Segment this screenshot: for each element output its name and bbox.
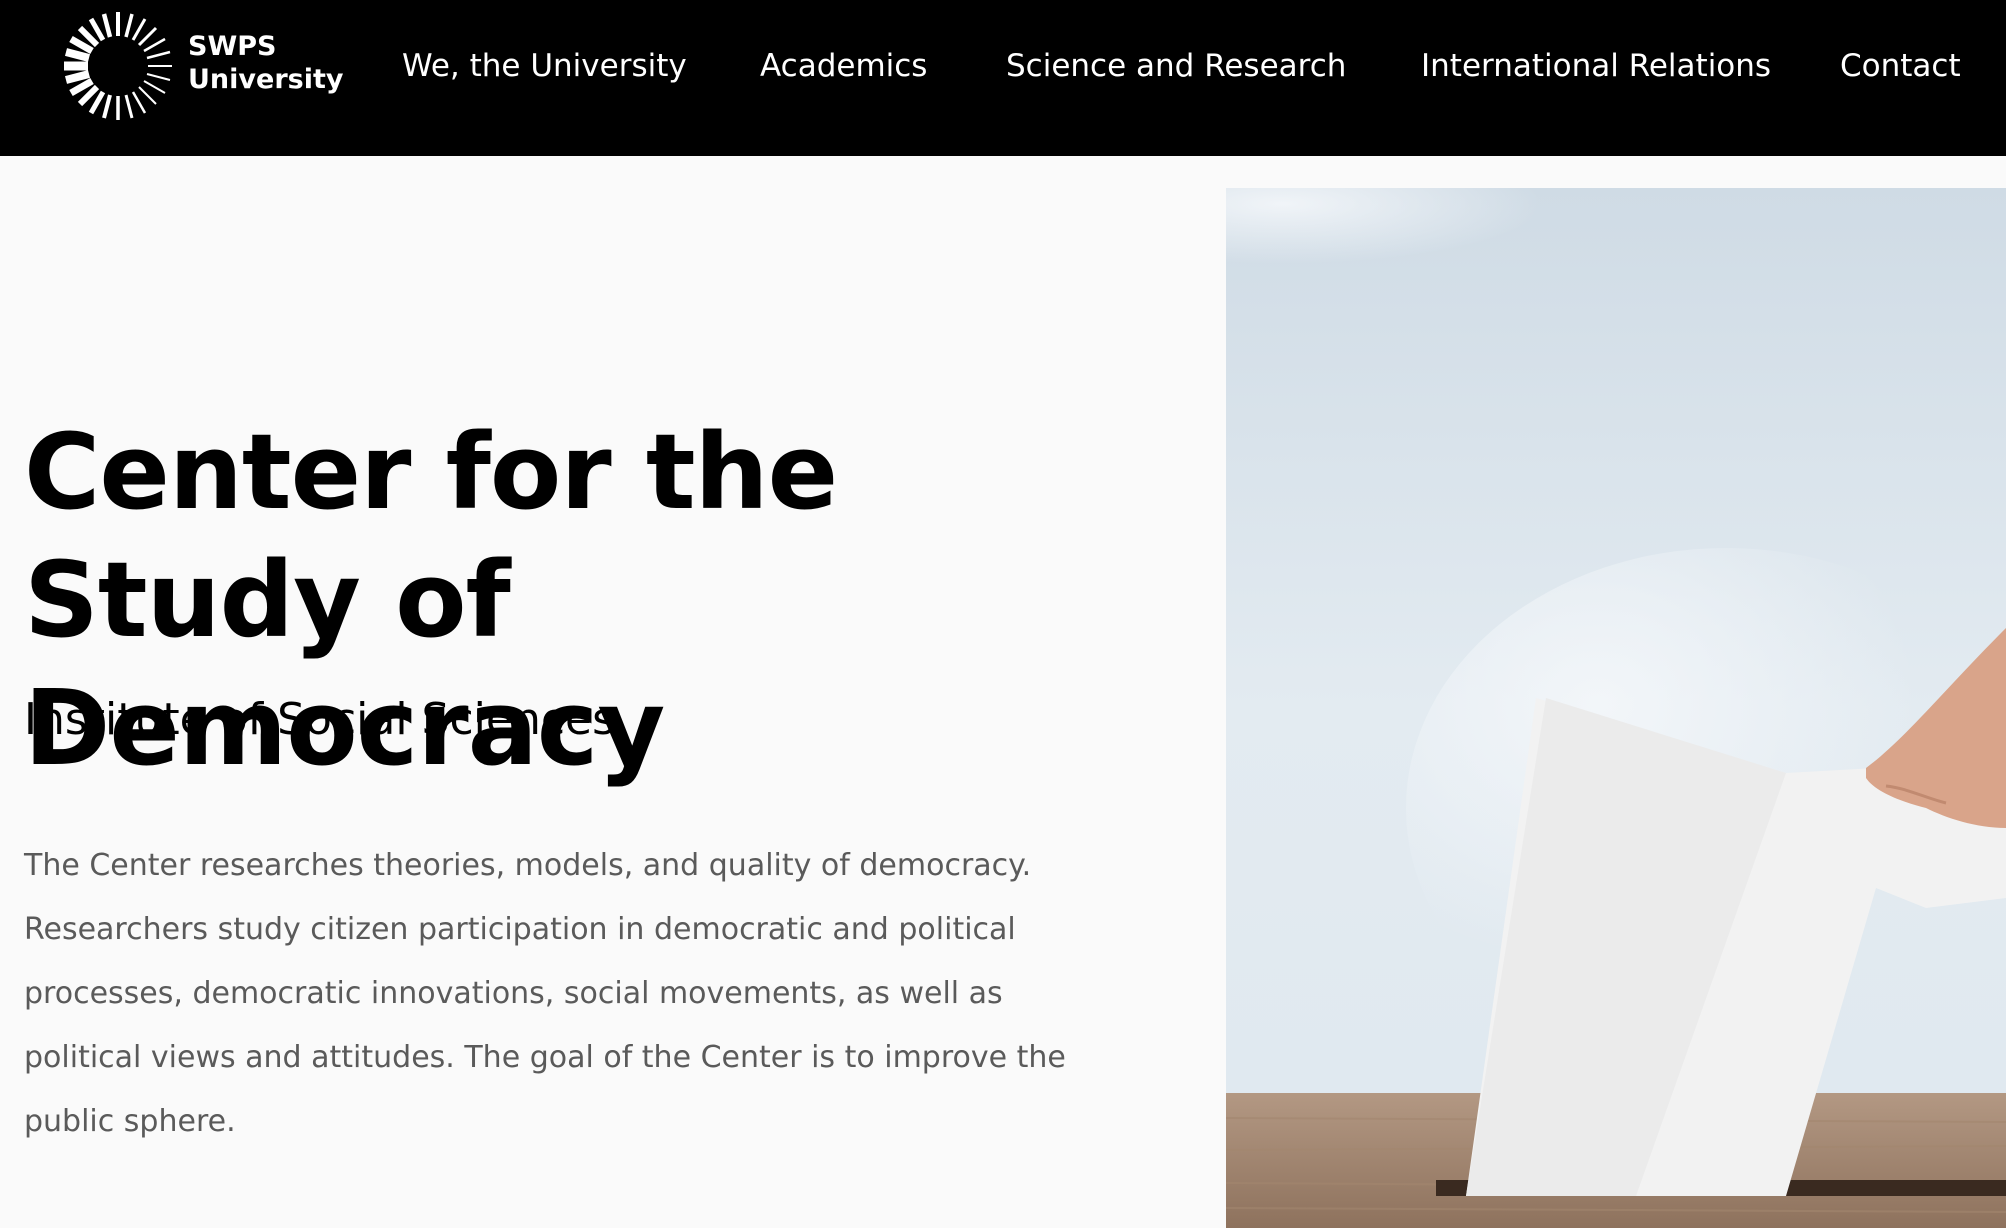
hero-image: [1226, 188, 2006, 1228]
logo-wordmark: SWPS University: [188, 30, 343, 96]
nav-science-and-research[interactable]: Science and Research: [1006, 48, 1346, 84]
top-navigation-bar: SWPS University We, the University Acade…: [0, 0, 2006, 156]
logo-line-university: University: [188, 64, 344, 95]
swps-university-logo[interactable]: SWPS University: [58, 6, 343, 120]
nav-contact[interactable]: Contact: [1840, 48, 1961, 84]
nav-we-the-university[interactable]: We, the University: [402, 48, 687, 84]
page-subtitle: Institute of Social Sciences: [24, 694, 616, 745]
nav-international-relations[interactable]: International Relations: [1421, 48, 1771, 84]
sunburst-logo-icon: [64, 12, 172, 120]
center-description: The Center researches theories, models, …: [24, 848, 1066, 1139]
logo-line-swps: SWPS: [188, 31, 277, 62]
ballot-box-illustration: [1226, 188, 2006, 1228]
nav-academics[interactable]: Academics: [760, 48, 927, 84]
